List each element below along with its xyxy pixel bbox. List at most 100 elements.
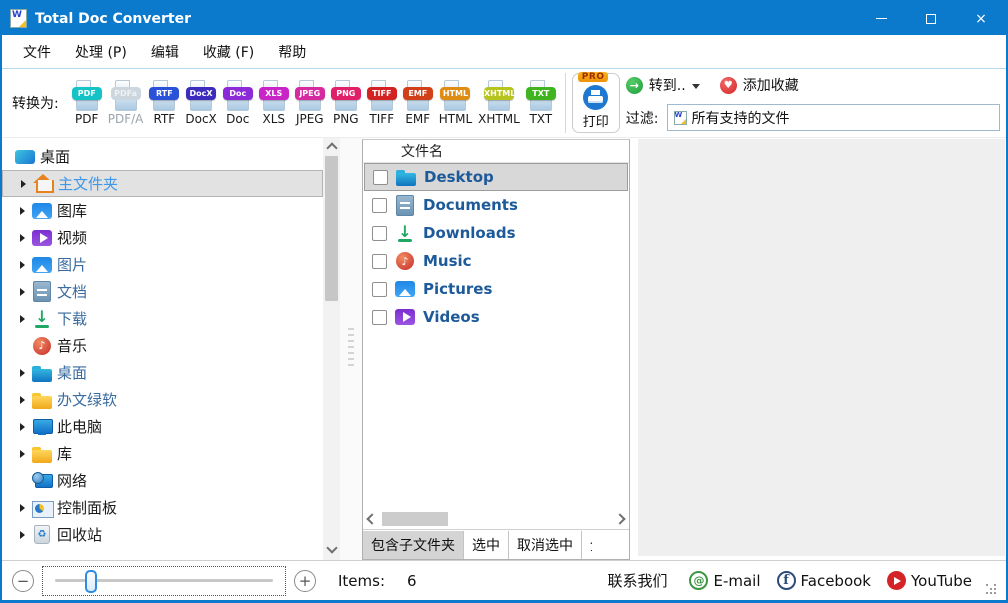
scroll-down-icon[interactable]: [326, 542, 337, 553]
expand-arrow-icon[interactable]: [20, 261, 25, 269]
chevron-down-icon[interactable]: [692, 84, 700, 89]
expand-arrow-icon[interactable]: [20, 423, 25, 431]
tree-item[interactable]: 回收站: [2, 521, 323, 548]
file-row[interactable]: Videos: [364, 303, 628, 331]
goto-button[interactable]: 转到..: [649, 75, 686, 95]
tree-item[interactable]: 图片: [2, 251, 323, 278]
format-button[interactable]: XLS XLS: [256, 79, 292, 127]
tree-item[interactable]: 桌面: [2, 143, 323, 170]
tree-item[interactable]: 音乐: [2, 332, 323, 359]
tree-item[interactable]: 办文绿软: [2, 386, 323, 413]
contact-us-link[interactable]: 联系我们: [607, 570, 667, 591]
expand-arrow-icon[interactable]: [20, 504, 25, 512]
tree-item[interactable]: 桌面: [2, 359, 323, 386]
tree-item[interactable]: 库: [2, 440, 323, 467]
tree-item[interactable]: 控制面板: [2, 494, 323, 521]
format-button[interactable]: JPEG JPEG: [292, 79, 328, 127]
maximize-button[interactable]: [906, 2, 956, 35]
print-button[interactable]: PRO 打印: [572, 73, 620, 133]
file-row[interactable]: Music: [364, 247, 628, 275]
tree-item[interactable]: 下载: [2, 305, 323, 332]
youtube-link[interactable]: YouTube: [887, 571, 972, 590]
format-button[interactable]: DocX DocX: [182, 79, 219, 127]
file-row[interactable]: Desktop: [364, 163, 628, 191]
tree-item[interactable]: 文档: [2, 278, 323, 305]
minimize-button[interactable]: [856, 2, 906, 35]
expand-arrow-icon[interactable]: [20, 450, 25, 458]
row-checkbox[interactable]: [372, 226, 387, 241]
tree-item[interactable]: 此电脑: [2, 413, 323, 440]
panel-splitter[interactable]: [340, 138, 362, 560]
filter-value: 所有支持的文件: [692, 108, 790, 128]
folder-yellow-icon: [31, 443, 53, 465]
file-row[interactable]: Pictures: [364, 275, 628, 303]
tree-item[interactable]: 图库: [2, 197, 323, 224]
format-file-icon: Doc: [223, 79, 253, 112]
expand-arrow-icon[interactable]: [20, 315, 25, 323]
scroll-right-icon[interactable]: [614, 513, 625, 524]
youtube-icon: [887, 571, 906, 590]
close-button[interactable]: ×: [956, 2, 1006, 35]
selection-tab[interactable]: 取消选中: [509, 531, 582, 559]
tree-scrollbar[interactable]: [323, 138, 340, 560]
format-button[interactable]: HTML HTML: [436, 79, 475, 127]
facebook-link[interactable]: f Facebook: [777, 571, 871, 590]
zoom-out-button[interactable]: −: [12, 570, 34, 592]
selection-tab[interactable]: 选中: [464, 531, 509, 559]
format-button[interactable]: PDF PDF: [69, 79, 105, 127]
menu-item[interactable]: 编辑: [140, 38, 190, 66]
menu-item[interactable]: 帮助: [267, 38, 317, 66]
file-row[interactable]: Documents: [364, 191, 628, 219]
tree-item[interactable]: 网络: [2, 467, 323, 494]
add-favorite-button[interactable]: 添加收藏: [743, 75, 799, 95]
expand-arrow-icon[interactable]: [20, 531, 25, 539]
format-button[interactable]: RTF RTF: [146, 79, 182, 127]
file-row[interactable]: Downloads: [364, 219, 628, 247]
scroll-up-icon[interactable]: [326, 142, 337, 153]
file-list-hscrollbar[interactable]: [363, 509, 629, 529]
row-checkbox[interactable]: [372, 310, 387, 325]
tree-item-label: 控制面板: [57, 497, 117, 518]
resize-grip-icon[interactable]: [986, 584, 998, 596]
slider-thumb[interactable]: [85, 570, 97, 593]
expand-arrow-icon[interactable]: [20, 288, 25, 296]
format-button[interactable]: XHTML XHTML: [475, 79, 523, 127]
menu-item[interactable]: 处理 (P): [64, 38, 138, 66]
format-button[interactable]: TIFF TIFF: [364, 79, 400, 127]
format-button[interactable]: TXT TXT: [523, 79, 559, 127]
scroll-left-icon[interactable]: [366, 513, 377, 524]
expand-arrow-icon[interactable]: [20, 396, 25, 404]
menu-item[interactable]: 文件: [12, 38, 62, 66]
menubar: 文件 处理 (P) 编辑 收藏 (F) 帮助: [2, 35, 1006, 69]
tree-item[interactable]: 主文件夹: [2, 170, 323, 197]
menu-item[interactable]: 收藏 (F): [192, 38, 265, 66]
email-link[interactable]: @ E-mail: [689, 571, 760, 590]
pictures-icon: [31, 254, 53, 276]
selection-tab[interactable]: 全: [582, 531, 592, 559]
row-checkbox[interactable]: [373, 170, 388, 185]
format-file-icon: XHTML: [484, 79, 514, 112]
music-icon: [394, 250, 416, 272]
hscrollbar-thumb[interactable]: [382, 512, 448, 526]
tree-item[interactable]: 视频: [2, 224, 323, 251]
expand-arrow-icon[interactable]: [21, 180, 26, 188]
file-name: Desktop: [424, 168, 494, 186]
scrollbar-thumb[interactable]: [325, 156, 338, 301]
format-button[interactable]: PDFa PDF/A: [105, 79, 147, 127]
row-checkbox[interactable]: [372, 198, 387, 213]
thumbnail-size-slider[interactable]: [42, 566, 286, 596]
zoom-in-button[interactable]: +: [294, 570, 316, 592]
expand-arrow-icon[interactable]: [20, 234, 25, 242]
row-checkbox[interactable]: [372, 282, 387, 297]
format-button[interactable]: EMF EMF: [400, 79, 436, 127]
filename-column-header[interactable]: 文件名: [363, 140, 629, 163]
selection-tab[interactable]: 包含子文件夹: [363, 531, 464, 559]
format-button[interactable]: Doc Doc: [220, 79, 256, 127]
format-button[interactable]: PNG PNG: [328, 79, 364, 127]
file-name: Downloads: [423, 224, 516, 242]
tree-item-label: 此电脑: [57, 416, 102, 437]
expand-arrow-icon[interactable]: [20, 369, 25, 377]
row-checkbox[interactable]: [372, 254, 387, 269]
filter-combobox[interactable]: 所有支持的文件: [667, 104, 1000, 131]
expand-arrow-icon[interactable]: [20, 207, 25, 215]
